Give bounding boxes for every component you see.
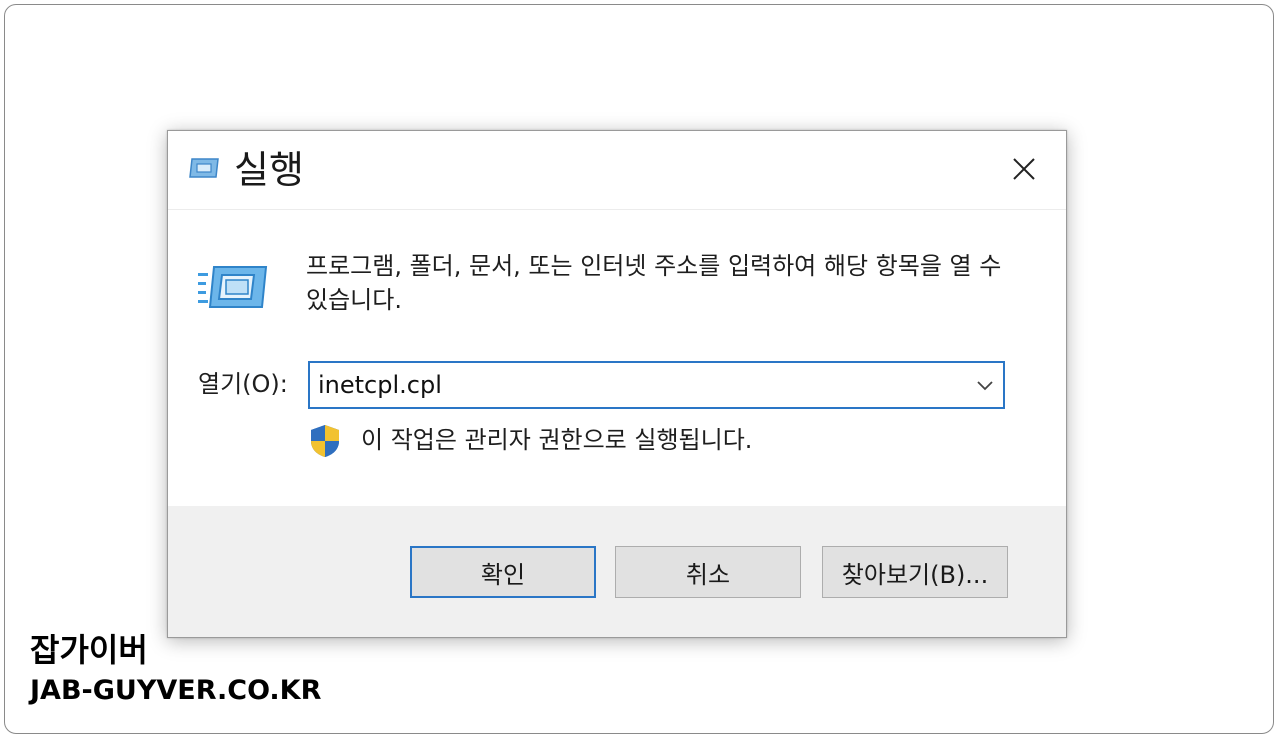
title-bar: 실행: [168, 131, 1066, 209]
run-dialog: 실행 프로그램, 폴더, 문서, 또는 인터넷 주소를 입력하여 해당 항목을 …: [167, 130, 1067, 638]
ok-button[interactable]: 확인: [410, 546, 596, 598]
open-label: 열기(O):: [198, 370, 288, 398]
dialog-footer: 확인 취소 찾아보기(B)...: [168, 506, 1066, 637]
close-button[interactable]: [1004, 149, 1044, 189]
browse-button[interactable]: 찾아보기(B)...: [822, 546, 1008, 598]
chevron-down-icon[interactable]: [975, 375, 995, 399]
admin-note: 이 작업은 관리자 권한으로 실행됩니다.: [361, 426, 753, 454]
uac-shield-icon: [307, 423, 343, 463]
title-separator: [168, 209, 1066, 210]
dialog-description: 프로그램, 폴더, 문서, 또는 인터넷 주소를 입력하여 해당 항목을 열 수…: [306, 252, 1002, 314]
cancel-button[interactable]: 취소: [615, 546, 801, 598]
run-icon: [188, 157, 220, 183]
watermark-title: 잡가이버: [30, 631, 148, 669]
close-icon: [1013, 158, 1035, 180]
watermark-url: JAB-GUYVER.CO.KR: [30, 675, 322, 706]
dialog-title: 실행: [234, 148, 304, 192]
run-large-icon: [198, 263, 268, 315]
open-combobox[interactable]: inetcpl.cpl: [308, 361, 1005, 409]
open-input[interactable]: inetcpl.cpl: [318, 367, 442, 403]
